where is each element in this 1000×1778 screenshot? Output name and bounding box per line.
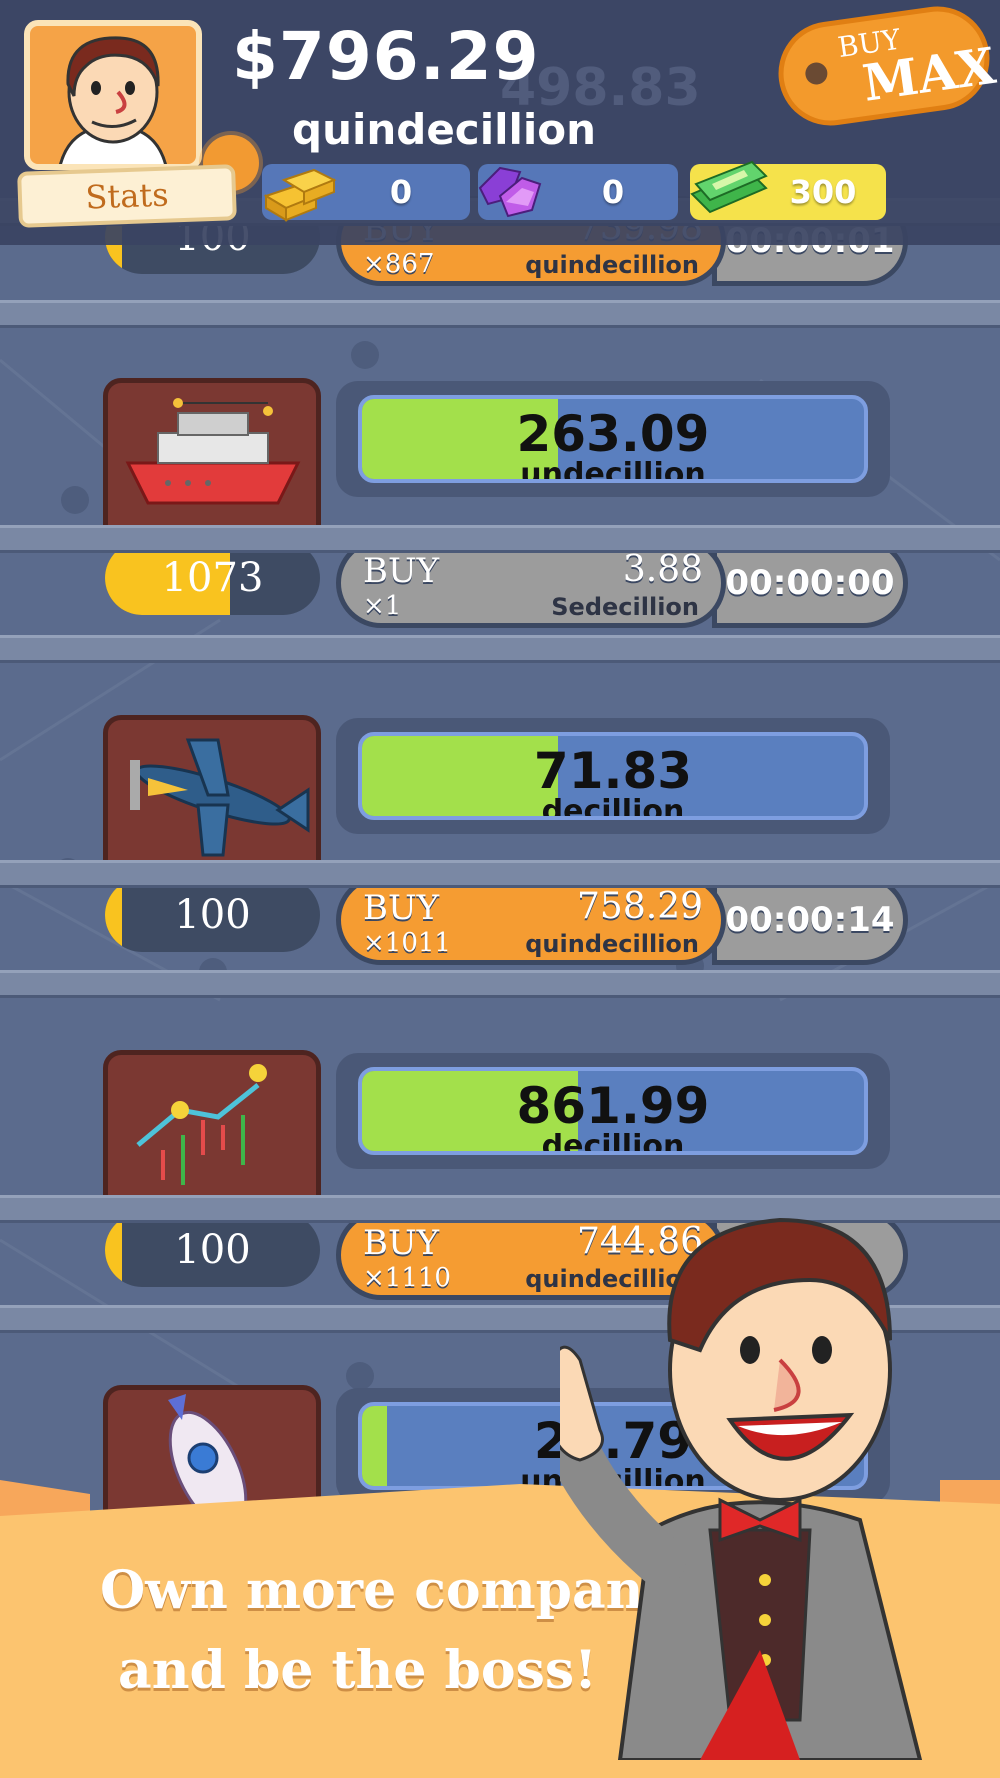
buy-price-value: 758.29 <box>577 886 703 927</box>
buy-label: BUY <box>363 1223 440 1263</box>
buy-quantity: ×1011 <box>363 928 451 958</box>
boss-mascot-icon <box>560 1217 923 1760</box>
revenue-unit: decillion <box>541 794 685 820</box>
megabucks-counter[interactable]: 300 <box>690 160 886 220</box>
megabucks-value: 300 <box>789 173 857 211</box>
tag-hole-icon <box>803 61 829 86</box>
top-bar: 498.83 Stats $796.29 quindecillion BUY M… <box>0 0 1000 245</box>
buy-max-button[interactable]: BUY MAX <box>771 0 999 133</box>
buy-quantity: ×867 <box>363 249 435 279</box>
buy-button[interactable]: BUY ×1011 758.29 quindecillion <box>336 875 726 965</box>
level-progress: 100 <box>105 878 320 952</box>
buy-price-value: 3.88 <box>622 549 703 590</box>
buy-price-unit: quindecillion <box>525 930 699 958</box>
buy-price-unit: quindecillion <box>525 251 699 279</box>
row-divider <box>0 525 1000 553</box>
money-total: $796.29 <box>232 18 540 95</box>
revenue-panel[interactable]: 263.09 undecillion <box>336 381 890 497</box>
row-divider <box>0 300 1000 328</box>
buy-price-unit: Sedecillion <box>551 593 699 621</box>
money-unit: quindecillion <box>292 105 597 154</box>
revenue-panel[interactable]: 71.83 decillion <box>336 718 890 834</box>
level-count: 100 <box>174 1227 251 1273</box>
revenue-bar: 861.99 decillion <box>358 1067 868 1155</box>
gold-value: 0 <box>389 173 413 211</box>
tagline-line2: and be the boss! <box>118 1640 597 1701</box>
revenue-unit: undecillion <box>520 457 706 483</box>
gem-counter[interactable]: 0 <box>478 164 678 220</box>
revenue-value: 263.09 <box>516 405 710 463</box>
buy-quantity: ×1 <box>363 591 402 621</box>
row-divider <box>0 860 1000 888</box>
level-count: 100 <box>174 892 251 938</box>
row-divider <box>0 635 1000 663</box>
level-progress: 100 <box>105 1213 320 1287</box>
cruise-ship-icon <box>108 383 316 547</box>
revenue-panel[interactable]: 861.99 decillion <box>336 1053 890 1169</box>
megabucks-icon <box>690 160 768 214</box>
revenue-value: 71.83 <box>533 742 693 800</box>
revenue-bar: 263.09 undecillion <box>358 395 868 483</box>
avatar[interactable] <box>24 20 202 170</box>
gold-bars-icon <box>263 168 337 222</box>
gems-icon <box>478 166 542 218</box>
revenue-unit: decillion <box>541 1129 685 1155</box>
buy-quantity: ×1110 <box>363 1263 451 1293</box>
row-divider <box>0 970 1000 998</box>
gold-counter[interactable]: 0 <box>262 164 470 222</box>
business-icon-frame[interactable] <box>103 378 321 548</box>
promo-banner: Own more companies and be the boss! <box>0 1217 1000 1778</box>
boss-face-icon <box>59 36 167 164</box>
cycle-timer: 00:00:14 <box>712 875 908 965</box>
revenue-bar: 71.83 decillion <box>358 732 868 820</box>
gem-value: 0 <box>601 173 625 211</box>
buy-label: BUY <box>363 551 440 591</box>
revenue-value: 861.99 <box>516 1077 710 1135</box>
stats-button[interactable]: Stats <box>17 164 237 228</box>
buy-label: BUY <box>363 888 440 928</box>
